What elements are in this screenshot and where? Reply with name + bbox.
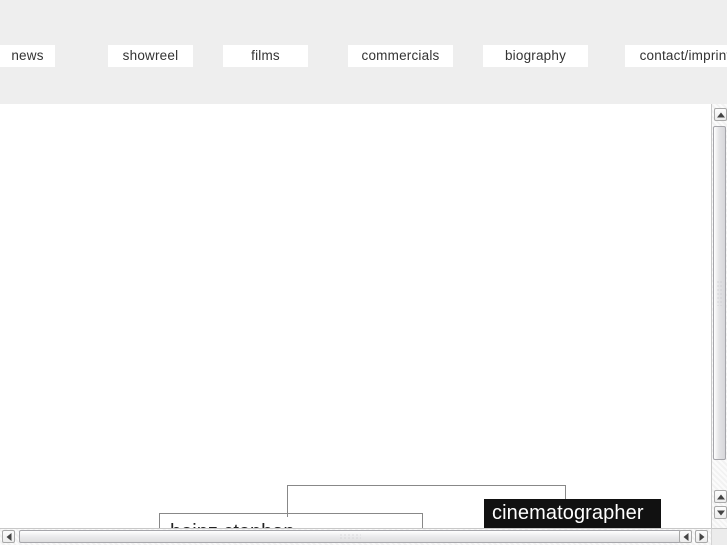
browser-viewport: news showreel films commercials biograph…	[0, 0, 727, 545]
nav-item-commercials[interactable]: commercials	[348, 45, 453, 67]
scroll-up-button-bottom[interactable]	[714, 490, 727, 503]
nav-item-label: contact/imprint	[639, 48, 727, 63]
vertical-scrollbar-thumb[interactable]	[713, 126, 726, 460]
horizontal-scrollbar[interactable]	[0, 528, 727, 545]
nav-item-biography[interactable]: biography	[483, 45, 588, 67]
arrow-left-icon	[6, 532, 11, 541]
arrow-right-icon	[699, 532, 704, 541]
arrow-up-icon	[716, 112, 725, 117]
nav-item-label: news	[11, 48, 44, 63]
cinematographer-label: cinematographer	[484, 499, 661, 528]
nav-item-label: showreel	[122, 48, 179, 63]
nav-item-label: biography	[504, 48, 567, 63]
arrow-left-icon	[683, 532, 688, 541]
scroll-right-button[interactable]	[695, 530, 708, 543]
title-diagram: heinz ctephan cinematographer	[0, 104, 711, 528]
nav-item-showreel[interactable]: showreel	[108, 45, 193, 67]
nav-item-films[interactable]: films	[223, 45, 308, 67]
nav-item-label: films	[251, 48, 280, 63]
center-connector-stem	[287, 499, 288, 513]
scroll-up-button-top[interactable]	[714, 108, 727, 121]
scroll-left-button-right-group[interactable]	[679, 530, 692, 543]
scroll-left-button[interactable]	[2, 530, 15, 543]
vertical-scrollbar[interactable]	[711, 104, 727, 528]
arrow-up-icon	[716, 494, 725, 499]
site-header: news showreel films commercials biograph…	[0, 0, 727, 104]
main-navigation: news showreel films commercials biograph…	[0, 45, 727, 67]
name-label: heinz ctephan	[170, 520, 295, 528]
scrollbar-grip-icon	[716, 280, 723, 306]
horizontal-scrollbar-thumb[interactable]	[19, 530, 681, 543]
nav-item-label: commercials	[361, 48, 440, 63]
nav-item-news[interactable]: news	[0, 45, 55, 67]
scrollbar-grip-icon	[339, 533, 361, 540]
window-resize-grip[interactable]	[711, 528, 727, 545]
page-content: heinz ctephan cinematographer	[0, 104, 711, 528]
arrow-down-icon	[716, 510, 725, 515]
nav-item-contact-imprint[interactable]: contact/imprint	[625, 45, 727, 67]
scroll-down-button[interactable]	[714, 506, 727, 519]
